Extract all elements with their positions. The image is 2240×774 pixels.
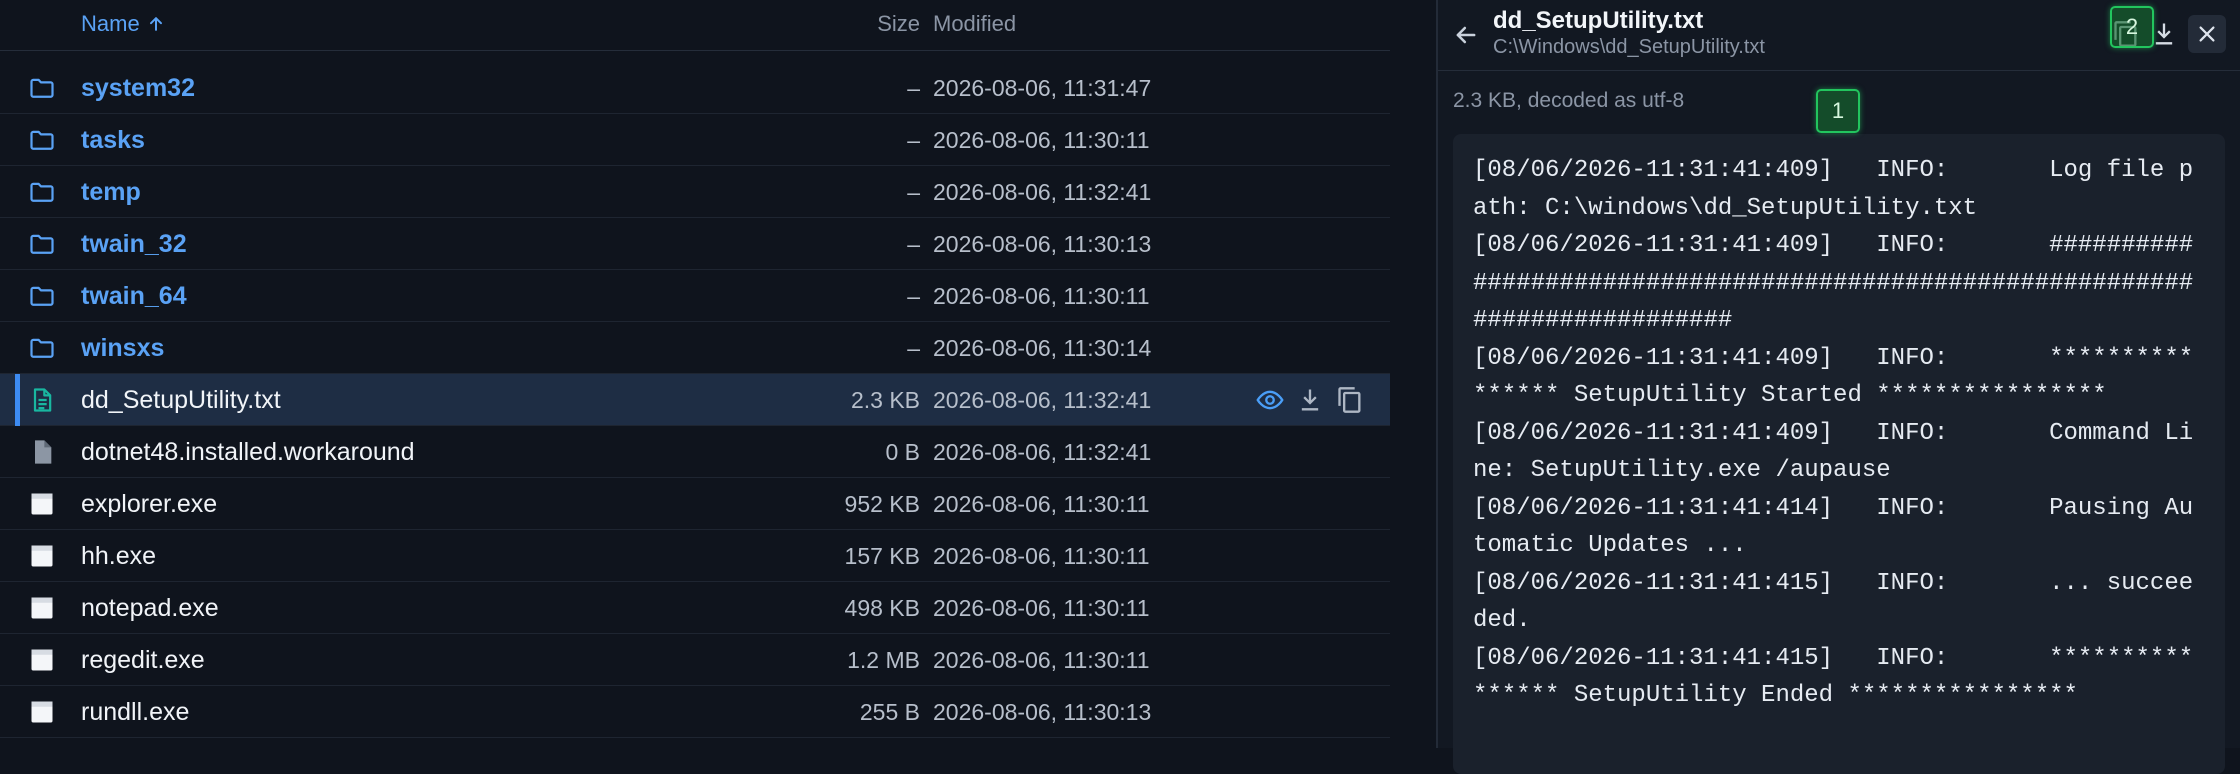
file-modified: 2026-08-06, 11:32:41 — [933, 439, 1152, 465]
file-size: 498 KB — [844, 595, 920, 621]
file-modified: 2026-08-06, 11:30:11 — [933, 647, 1150, 673]
file-size: 2.3 KB — [850, 387, 920, 413]
file-modified: 2026-08-06, 11:32:41 — [933, 387, 1152, 413]
file-name[interactable]: dd_SetupUtility.txt — [81, 386, 281, 415]
download-icon[interactable] — [1296, 386, 1324, 414]
file-row[interactable]: regedit.exe 1.2 MB 2026-08-06, 11:30:11 — [0, 634, 1390, 686]
preview-meta: 2.3 KB, decoded as utf-8 — [1453, 89, 1685, 112]
close-button[interactable] — [2188, 15, 2226, 53]
file-size: – — [907, 335, 920, 361]
arrow-up-icon — [149, 17, 162, 31]
text-file-icon — [27, 386, 57, 414]
marker-1: 1 — [1816, 89, 1860, 133]
file-size: – — [907, 75, 920, 101]
file-row[interactable]: dotnet48.installed.workaround 0 B 2026-08-… — [0, 426, 1390, 478]
file-modified: 2026-08-06, 11:32:41 — [933, 179, 1152, 205]
file-name[interactable]: notepad.exe — [81, 594, 219, 623]
file-modified: 2026-08-06, 11:30:13 — [933, 231, 1152, 257]
download-icon[interactable] — [2150, 20, 2178, 48]
eye-icon[interactable] — [1256, 386, 1284, 414]
file-modified: 2026-08-06, 11:31:47 — [933, 75, 1152, 101]
file-name[interactable]: rundll.exe — [81, 698, 189, 727]
selection-indicator — [15, 374, 20, 426]
folder-icon — [27, 282, 57, 310]
file-name[interactable]: temp — [81, 178, 141, 207]
preview-path: C:\Windows\dd_SetupUtility.txt — [1493, 36, 1765, 58]
file-size: 1.2 MB — [847, 647, 920, 673]
file-modified: 2026-08-06, 11:30:11 — [933, 127, 1150, 153]
file-name[interactable]: regedit.exe — [81, 646, 205, 675]
row-actions — [1256, 386, 1364, 414]
file-size: 952 KB — [844, 491, 920, 517]
file-modified: 2026-08-06, 11:30:13 — [933, 699, 1152, 725]
file-modified: 2026-08-06, 11:30:11 — [933, 491, 1150, 517]
folder-icon — [27, 178, 57, 206]
file-row[interactable]: rundll.exe 255 B 2026-08-06, 11:30:13 — [0, 686, 1390, 738]
application-icon — [27, 698, 57, 726]
file-row[interactable]: system32 –2026-08-06, 11:31:47 — [0, 62, 1390, 114]
file-size: – — [907, 179, 920, 205]
file-size: – — [907, 231, 920, 257]
file-row[interactable]: winsxs –2026-08-06, 11:30:14 — [0, 322, 1390, 374]
file-name[interactable]: explorer.exe — [81, 490, 217, 519]
file-name[interactable]: dotnet48.installed.workaround — [81, 438, 415, 467]
file-row[interactable]: explorer.exe 952 KB 2026-08-06, 11:30:11 — [0, 478, 1390, 530]
size-column-header[interactable]: Size — [877, 11, 920, 37]
preview-title: dd_SetupUtility.txt — [1493, 7, 1704, 34]
file-modified: 2026-08-06, 11:30:14 — [933, 335, 1152, 361]
file-row[interactable]: hh.exe 157 KB 2026-08-06, 11:30:11 — [0, 530, 1390, 582]
file-modified: 2026-08-06, 11:30:11 — [933, 543, 1150, 569]
application-icon — [27, 646, 57, 674]
application-icon — [27, 594, 57, 622]
application-icon — [27, 542, 57, 570]
file-name[interactable]: twain_32 — [81, 230, 187, 259]
close-icon — [2199, 26, 2215, 42]
back-arrow-icon[interactable] — [1452, 21, 1480, 49]
marker-2: 2 — [2110, 6, 2154, 48]
file-size: 255 B — [859, 699, 920, 725]
file-size: – — [907, 283, 920, 309]
folder-icon — [27, 126, 57, 154]
file-name[interactable]: tasks — [81, 126, 145, 155]
file-name[interactable]: twain_64 — [81, 282, 187, 311]
file-row[interactable]: twain_32 –2026-08-06, 11:30:13 — [0, 218, 1390, 270]
file-name[interactable]: system32 — [81, 74, 195, 103]
file-name[interactable]: hh.exe — [81, 542, 156, 571]
application-icon — [27, 490, 57, 518]
file-modified: 2026-08-06, 11:30:11 — [933, 283, 1150, 309]
file-icon — [27, 438, 57, 466]
file-list-pane: Name Size Modified system32–2026-08-06, … — [0, 0, 1390, 748]
file-size: – — [907, 127, 920, 153]
modified-column-header[interactable]: Modified — [933, 11, 1016, 37]
sort-by-name-header[interactable]: Name — [81, 11, 166, 37]
file-row[interactable]: dd_SetupUtility.txt 2.3 KB 2026-08-06, 11:… — [0, 374, 1390, 426]
file-row[interactable]: twain_64 –2026-08-06, 11:30:11 — [0, 270, 1390, 322]
folder-icon — [27, 230, 57, 258]
name-column-label: Name — [81, 11, 140, 36]
file-row[interactable]: temp –2026-08-06, 11:32:41 — [0, 166, 1390, 218]
preview-content[interactable]: [08/06/2026-11:31:41:409] INFO: Log file… — [1453, 134, 2225, 774]
list-header: Name Size Modified — [0, 0, 1390, 51]
folder-icon — [27, 334, 57, 362]
file-name[interactable]: winsxs — [81, 334, 164, 363]
file-modified: 2026-08-06, 11:30:11 — [933, 595, 1150, 621]
file-size: 0 B — [885, 439, 920, 465]
folder-icon — [27, 74, 57, 102]
file-row[interactable]: tasks –2026-08-06, 11:30:11 — [0, 114, 1390, 166]
copy-icon[interactable] — [1336, 386, 1364, 414]
preview-text: [08/06/2026-11:31:41:409] INFO: Log file… — [1473, 157, 2194, 709]
file-row[interactable]: notepad.exe 498 KB 2026-08-06, 11:30:11 — [0, 582, 1390, 634]
file-size: 157 KB — [844, 543, 920, 569]
